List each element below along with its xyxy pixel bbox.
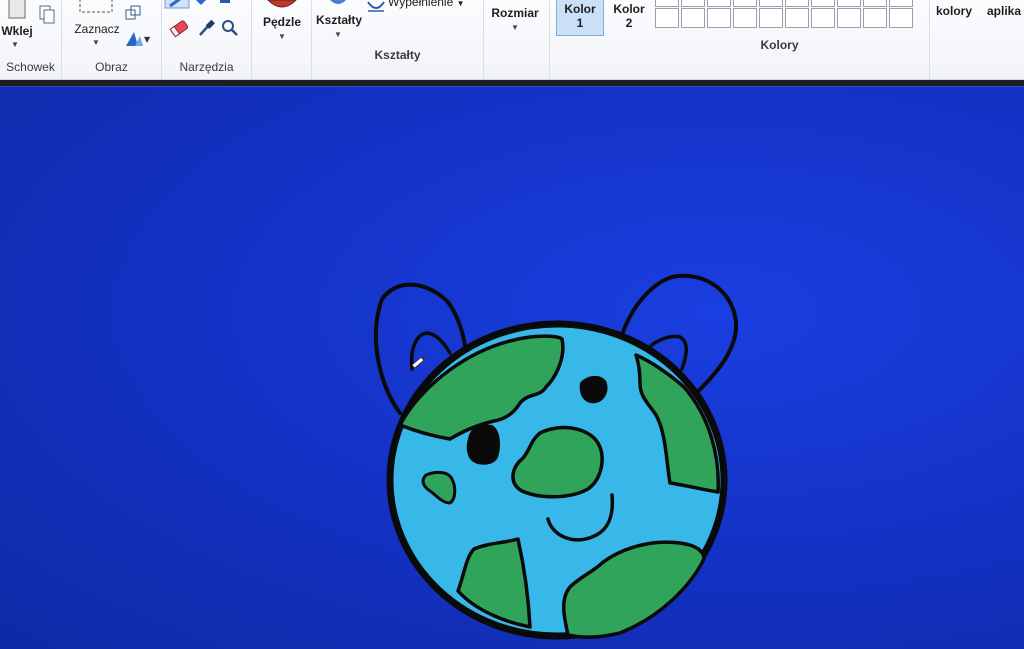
colors-group-label: Kolory (760, 38, 799, 52)
group-shapes: Kształty ▼ Wypełnienie ▼ Kształty (312, 0, 484, 79)
tools-group-label: Narzędzia (179, 60, 234, 74)
select-label: Zaznacz (74, 22, 120, 36)
paste-button[interactable]: Wklej ▼ (0, 0, 36, 52)
chevron-down-icon: ▼ (92, 38, 100, 47)
shapes-icon (330, 0, 346, 4)
chevron-down-icon: ▼ (456, 0, 465, 8)
size-button[interactable]: Rozmiar ▼ (484, 6, 546, 36)
edit-colors-label: kolory (935, 4, 972, 18)
shapes-label: Kształty (315, 13, 362, 27)
edit-colors-button[interactable]: kolory (930, 0, 978, 26)
clipboard-group-label: Schowek (6, 60, 55, 74)
group-clipboard: Wklej ▼ Schowek (0, 0, 62, 79)
shapes-group-label: Kształty (374, 48, 421, 62)
chevron-down-icon: ▼ (11, 40, 19, 49)
fill-bucket-icon[interactable] (194, 0, 208, 6)
eraser-icon[interactable] (168, 18, 190, 38)
pencil-icon[interactable] (164, 0, 190, 10)
left-eye (466, 424, 500, 465)
brush-icon (267, 0, 297, 8)
select-button[interactable]: Zaznacz ▼ (70, 0, 122, 52)
brushes-button[interactable]: Pędzle ▼ (256, 0, 308, 52)
chevron-down-icon: ▼ (334, 30, 342, 39)
size-label: Rozmiar (491, 6, 539, 20)
copy-icon[interactable] (38, 4, 56, 26)
group-size: Rozmiar ▼ (484, 0, 550, 79)
select-rectangle-icon (79, 0, 113, 13)
paste-label: Wklej (1, 24, 33, 38)
color-picker-icon[interactable] (196, 18, 216, 38)
svg-text:▼: ▼ (144, 35, 150, 44)
chevron-down-icon: ▼ (511, 23, 519, 32)
text-icon[interactable] (218, 0, 232, 6)
fill-label: Wypełnienie (388, 0, 454, 9)
group-brushes: Pędzle ▼ (252, 0, 312, 79)
pencil-cursor-icon (411, 356, 426, 369)
drawing-canvas[interactable] (0, 86, 1024, 649)
group-image: Zaznacz ▼ ▼ Obraz (62, 0, 162, 79)
shapes-button[interactable]: Kształty ▼ (312, 0, 366, 52)
group-tools: Narzędzia (162, 0, 252, 79)
brushes-label: Pędzle (262, 15, 301, 29)
clipboard-icon (8, 0, 26, 19)
image-group-label: Obraz (95, 60, 128, 74)
fill-icon (367, 1, 385, 12)
apps-label: aplika (986, 4, 1022, 18)
resize-icon[interactable] (124, 4, 142, 22)
group-colors: Kolory (550, 0, 930, 79)
ribbon: Wklej ▼ Schowek Zaznacz ▼ ▼ Obraz Narzęd… (0, 0, 1024, 80)
magnifier-icon[interactable] (220, 18, 240, 38)
fill-button[interactable]: Wypełnienie ▼ (388, 0, 478, 9)
chevron-down-icon: ▼ (278, 32, 286, 41)
rotate-icon[interactable]: ▼ (124, 30, 150, 48)
canvas-area (0, 80, 1024, 649)
apps-button[interactable]: aplika (984, 0, 1024, 26)
drawing (374, 273, 739, 640)
